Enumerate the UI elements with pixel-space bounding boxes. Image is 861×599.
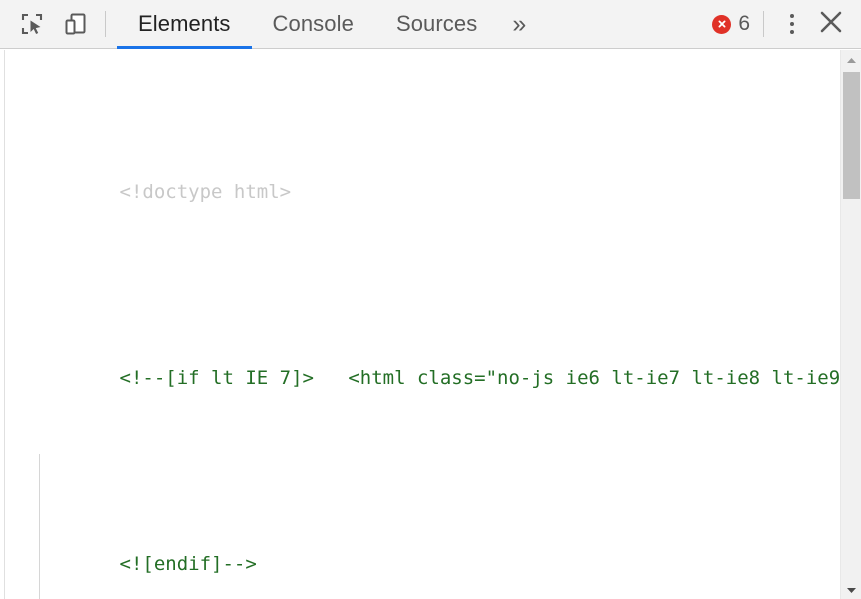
- dom-tree-scrollbar[interactable]: [840, 50, 861, 599]
- scroll-up-arrow-icon: [846, 51, 857, 69]
- tab-elements[interactable]: Elements: [117, 0, 252, 49]
- dom-line-endif-1[interactable]: <![endif]-->: [0, 518, 838, 599]
- inspect-element-button[interactable]: [10, 2, 54, 46]
- kebab-menu-button[interactable]: [775, 2, 809, 46]
- tab-elements-label: Elements: [138, 11, 231, 36]
- scrollbar-thumb[interactable]: [843, 72, 860, 199]
- ie-lt7-html-text: <html class="no-js ie6 lt-ie7 lt-ie8 lt-…: [348, 367, 861, 389]
- chevron-double-right-icon: »: [512, 9, 527, 38]
- ie-lt7-open-text: <!--[if lt IE 7]>: [119, 367, 314, 389]
- tab-sources[interactable]: Sources: [375, 0, 498, 49]
- dom-line-doctype[interactable]: <!doctype html>: [0, 146, 838, 239]
- close-icon: [817, 8, 845, 41]
- error-counter-button[interactable]: 6: [706, 12, 756, 36]
- dom-tree-lines: <!doctype html> <!--[if lt IE 7]> <html …: [0, 53, 861, 599]
- endif-1-text: <![endif]-->: [119, 553, 257, 575]
- close-devtools-button[interactable]: [809, 2, 853, 46]
- toolbar-divider: [105, 11, 106, 37]
- scroll-up-arrow-button[interactable]: [841, 50, 861, 69]
- scroll-down-arrow-button[interactable]: [841, 580, 861, 599]
- device-toolbar-icon: [63, 11, 89, 37]
- panel-tabstrip: Elements Console Sources »: [117, 0, 540, 49]
- tab-console[interactable]: Console: [252, 0, 375, 49]
- devtools-toolbar: Elements Console Sources » 6: [0, 0, 861, 49]
- dom-line-ie-lt7[interactable]: <!--[if lt IE 7]> <html class="no-js ie6…: [0, 332, 861, 425]
- scroll-down-arrow-icon: [846, 581, 857, 599]
- tab-sources-label: Sources: [395, 11, 478, 36]
- error-circle-icon: [712, 14, 732, 34]
- more-tabs-button[interactable]: »: [498, 0, 540, 49]
- toggle-device-toolbar-button[interactable]: [54, 2, 98, 46]
- toolbar-right-group: 6: [706, 0, 861, 49]
- elements-dom-tree-panel[interactable]: <!doctype html> <!--[if lt IE 7]> <html …: [0, 50, 861, 599]
- kebab-menu-icon-dot: [790, 14, 794, 18]
- tab-console-label: Console: [272, 11, 354, 36]
- toolbar-divider-right: [763, 11, 764, 37]
- kebab-menu-icon-dot: [790, 30, 794, 34]
- inspect-cursor-icon: [19, 11, 45, 37]
- kebab-menu-icon-dot: [790, 22, 794, 26]
- error-count-label: 6: [738, 12, 750, 35]
- devtools-window: Elements Console Sources » 6 <!doctype h…: [0, 0, 861, 599]
- doctype-text: <!doctype html>: [119, 181, 292, 203]
